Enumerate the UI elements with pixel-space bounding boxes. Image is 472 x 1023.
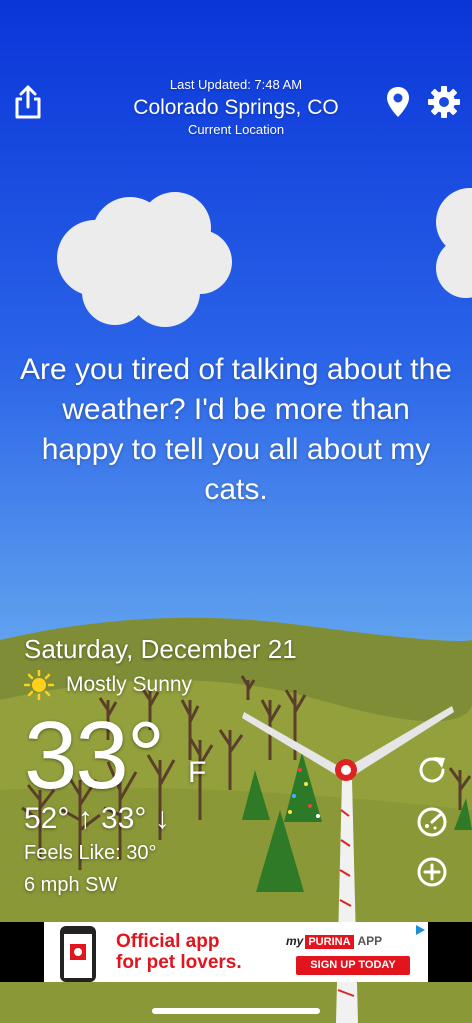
sun-icon: [24, 670, 54, 700]
snarky-message: Are you tired of talking about the weath…: [20, 353, 452, 506]
home-indicator[interactable]: [152, 1008, 320, 1014]
ad-brand-name: PURINA: [305, 935, 354, 949]
add-location-button[interactable]: [412, 852, 452, 892]
landscape-scene: [0, 188, 472, 1023]
last-updated: Last Updated: 7:48 AM: [169, 77, 303, 92]
ad-headline: Official app for pet lovers.: [116, 931, 242, 973]
ad-line-2: for pet lovers.: [116, 952, 242, 973]
ad-line-1: Official app: [116, 931, 220, 952]
ad-brand-suffix: APP: [357, 934, 383, 948]
ad-brand: my PURINA APP: [286, 934, 382, 949]
cloud-left: [57, 192, 232, 327]
temperature-unit[interactable]: F: [188, 756, 206, 790]
ad-brand-prefix: my: [286, 934, 304, 948]
gear-icon: [428, 86, 460, 118]
ad-banner[interactable]: Official app for pet lovers. my PURINA APP…: [44, 922, 428, 982]
settings-button[interactable]: [424, 82, 464, 122]
adchoices-icon[interactable]: [414, 924, 426, 936]
ad-cta-button[interactable]: SIGN UP TODAY: [296, 956, 410, 975]
current-temperature: 33°: [24, 702, 165, 809]
cloud-right: [436, 188, 472, 298]
current-location-label: Current Location: [187, 122, 285, 137]
feels-like: Feels Like: 30°: [24, 842, 157, 864]
forecast-date: Saturday, December 21: [24, 634, 297, 664]
top-bar: Last Updated: 7:48 AM Colorado Springs, …: [0, 76, 472, 146]
condition-text: Mostly Sunny: [66, 673, 193, 696]
radar-button[interactable]: [412, 802, 452, 842]
city-name[interactable]: Colorado Springs, CO: [100, 94, 372, 122]
plus-icon: [417, 857, 447, 887]
location-button[interactable]: [380, 82, 416, 122]
high-low: 52° ↑ 33° ↓: [24, 802, 170, 835]
refresh-icon: [419, 757, 445, 783]
radar-icon: [417, 807, 447, 837]
location-header: Last Updated: 7:48 AM Colorado Springs, …: [100, 76, 372, 138]
share-icon: [15, 85, 41, 119]
condition-row: Mostly Sunny: [24, 670, 192, 700]
location-pin-icon: [387, 87, 409, 117]
weather-panel: Saturday, December 21 Mostly Sunny 33° F…: [24, 632, 297, 896]
share-button[interactable]: [8, 82, 48, 122]
ad-phone-image: [54, 922, 102, 982]
wind: 6 mph SW: [24, 874, 118, 896]
refresh-button[interactable]: [412, 750, 452, 790]
